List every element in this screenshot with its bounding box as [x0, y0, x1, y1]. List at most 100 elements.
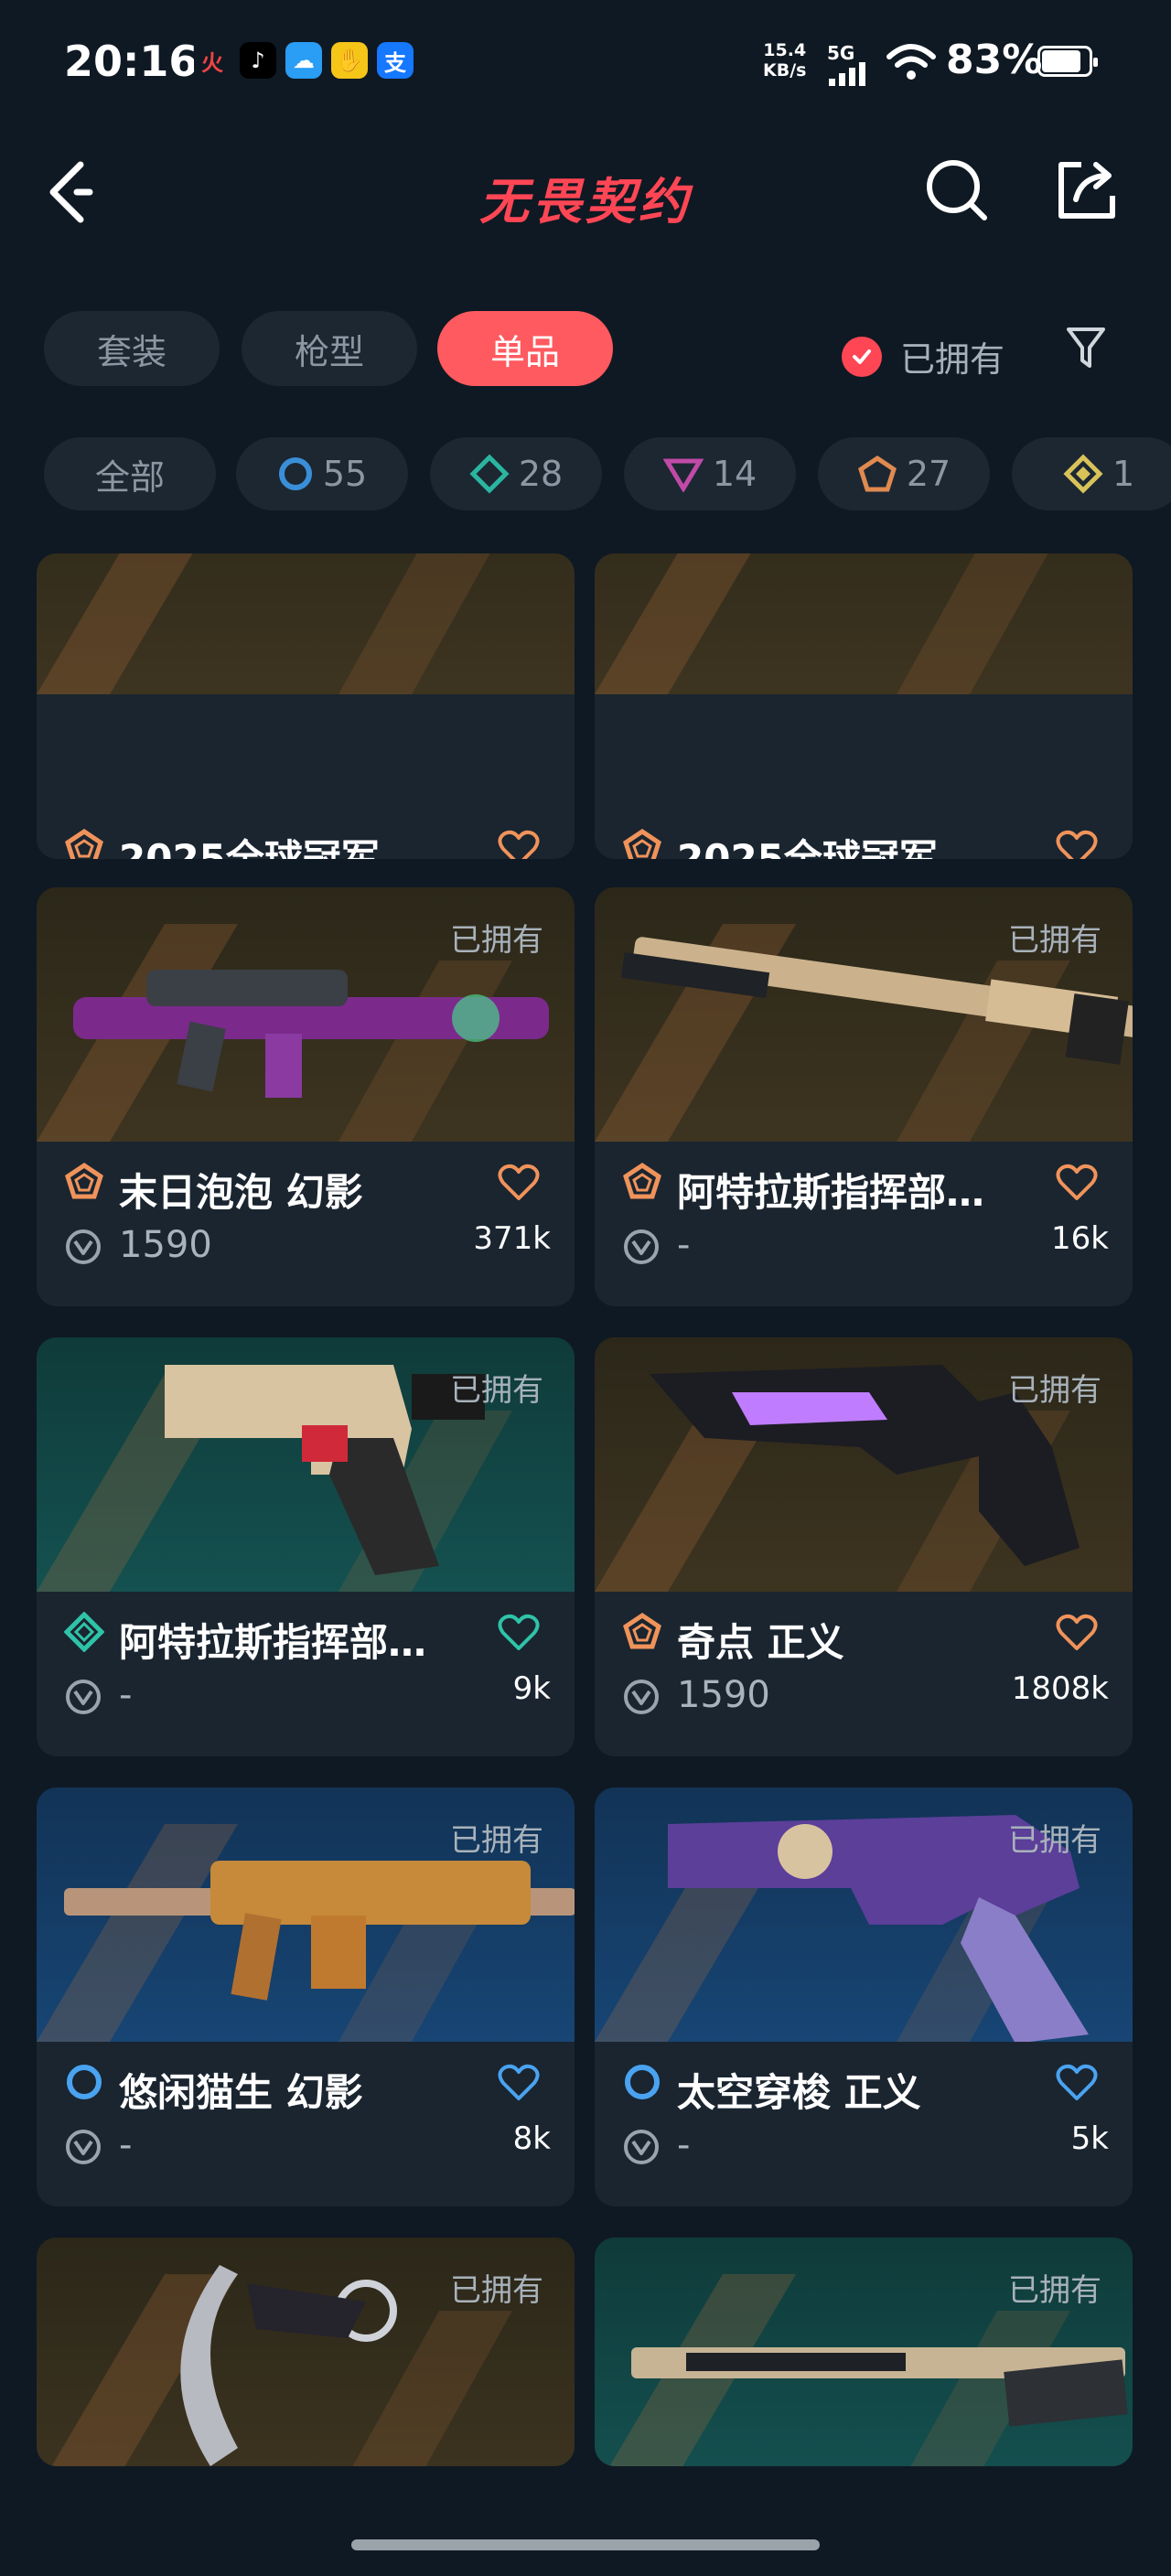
- rarity-deluxe-count: 28: [518, 454, 564, 494]
- rarity-tier-icon: [65, 1162, 103, 1199]
- filter-icon[interactable]: [1065, 324, 1107, 375]
- home-indicator[interactable]: [351, 2539, 820, 2550]
- valorant-points-icon: [624, 1229, 659, 1264]
- select-tier-icon: [278, 457, 312, 490]
- speed-value: 15.4: [763, 40, 807, 60]
- item-price: 1590: [677, 1674, 770, 1716]
- valorant-points-icon: [624, 2130, 659, 2164]
- owned-label: 已拥有: [1008, 2272, 1101, 2309]
- owned-label: 已拥有: [1008, 922, 1101, 959]
- item-name: 末日泡泡 幻影: [119, 1170, 363, 1215]
- speed-unit: KB/s: [763, 60, 807, 80]
- like-count: 16k: [1051, 1220, 1109, 1257]
- rarity-tier-icon: [67, 2065, 102, 2099]
- tab-weapon-types[interactable]: 枪型: [242, 311, 417, 386]
- rarity-tier-icon: [623, 1612, 661, 1649]
- item-price: -: [119, 2124, 133, 2166]
- item-card[interactable]: 已拥有 末日泡泡 幻影 1590 371k: [37, 887, 575, 1306]
- heart-icon[interactable]: [1056, 1614, 1098, 1652]
- item-image: [595, 553, 1133, 694]
- item-card[interactable]: 已拥有 太空穿梭 正义 - 5k: [595, 1787, 1133, 2206]
- like-count: 371k: [473, 1220, 551, 1257]
- app-notification-icon: 火: [194, 42, 231, 79]
- owned-label: 已拥有: [450, 1372, 543, 1409]
- rarity-tier-icon: [65, 828, 103, 859]
- network-speed: 15.4 KB/s: [763, 40, 806, 80]
- valorant-points-icon: [66, 2130, 101, 2164]
- tab-bundles[interactable]: 套装: [44, 311, 220, 386]
- item-name: 2025全球冠军…: [119, 836, 418, 859]
- battery-percent: 83%: [946, 37, 1043, 83]
- status-time: 20:16: [64, 37, 199, 86]
- rarity-all-chip[interactable]: 全部: [44, 437, 216, 510]
- like-count: 1808k: [1011, 1670, 1109, 1707]
- item-card[interactable]: 2025全球冠军… 1890 750k: [37, 553, 575, 859]
- search-icon[interactable]: [924, 157, 990, 223]
- owned-label: 已拥有: [450, 922, 543, 959]
- item-name: 奇点 正义: [677, 1620, 844, 1665]
- item-name: 阿特拉斯指挥部…: [119, 1620, 427, 1665]
- exclusive-tier-icon: [857, 455, 897, 492]
- owned-label: 已拥有: [450, 2272, 543, 2309]
- item-card[interactable]: 已拥有 奇点 正义 1590 1808k: [595, 1337, 1133, 1756]
- battery-icon: [1037, 46, 1098, 77]
- back-arrow-icon[interactable]: [42, 156, 97, 229]
- item-price: -: [119, 1674, 133, 1716]
- rarity-tier-icon: [625, 2065, 660, 2099]
- heart-icon[interactable]: [498, 1614, 540, 1652]
- rarity-select-count: 55: [322, 454, 368, 494]
- signal-icon: [829, 62, 865, 86]
- heart-icon[interactable]: [1056, 1164, 1098, 1202]
- rarity-select-chip[interactable]: 55: [236, 437, 408, 510]
- item-card[interactable]: 已拥有: [37, 2238, 575, 2466]
- heart-icon[interactable]: [498, 1164, 540, 1202]
- heart-icon[interactable]: [1056, 830, 1098, 859]
- heart-icon[interactable]: [498, 2064, 540, 2102]
- alipay-icon: 支: [377, 42, 414, 79]
- item-card[interactable]: 已拥有: [595, 2238, 1133, 2466]
- checkmark-icon: [842, 336, 882, 377]
- item-name: 阿特拉斯指挥部…: [677, 1170, 985, 1215]
- owned-filter-label: 已拥有: [900, 339, 1005, 380]
- like-count: 9k: [512, 1670, 551, 1707]
- network-type: 5G: [827, 42, 855, 64]
- weapon-skin-image: [37, 553, 490, 694]
- item-image: [37, 553, 575, 694]
- like-count: 8k: [512, 2120, 551, 2157]
- item-card[interactable]: 已拥有 阿特拉斯指挥部… - 16k: [595, 887, 1133, 1306]
- item-name: 太空穿梭 正义: [677, 2070, 921, 2115]
- tab-items[interactable]: 单品: [437, 311, 613, 386]
- owned-filter-toggle[interactable]: 已拥有: [842, 331, 1004, 381]
- rarity-deluxe-chip[interactable]: 28: [430, 437, 602, 510]
- valorant-points-icon: [66, 1680, 101, 1714]
- rarity-tier-icon: [623, 1162, 661, 1199]
- deluxe-tier-icon: [469, 454, 510, 494]
- rarity-ultra-count: 1: [1112, 454, 1135, 494]
- rarity-ultra-chip[interactable]: 1: [1012, 437, 1171, 510]
- valorant-points-icon: [624, 1680, 659, 1714]
- item-name: 悠闲猫生 幻影: [119, 2070, 363, 2115]
- rarity-exclusive-chip[interactable]: 27: [818, 437, 990, 510]
- item-price: -: [677, 1224, 691, 1266]
- tiktok-icon: ♪: [240, 42, 276, 79]
- weapon-skin-image: [595, 553, 1048, 694]
- yellow-app-icon: ✋: [331, 42, 368, 79]
- heart-icon[interactable]: [1056, 2064, 1098, 2102]
- valorant-points-icon: [66, 1229, 101, 1264]
- premium-tier-icon: [662, 458, 704, 492]
- item-name: 2025全球冠军…: [677, 836, 976, 859]
- share-icon[interactable]: [1054, 157, 1120, 223]
- item-card[interactable]: 已拥有 悠闲猫生 幻影 - 8k: [37, 1787, 575, 2206]
- heart-icon[interactable]: [498, 830, 540, 859]
- owned-label: 已拥有: [1008, 1822, 1101, 1859]
- cloud-app-icon: ☁: [285, 42, 322, 79]
- notification-icons: 火 ♪ ☁ ✋ 支: [194, 42, 414, 79]
- rarity-tier-icon: [623, 828, 661, 859]
- rarity-premium-chip[interactable]: 14: [624, 437, 796, 510]
- owned-label: 已拥有: [450, 1822, 543, 1859]
- rarity-all-label: 全部: [94, 456, 165, 498]
- item-card[interactable]: 已拥有 阿特拉斯指挥部… - 9k: [37, 1337, 575, 1756]
- item-card[interactable]: 2025全球冠军… 3780 607k: [595, 553, 1133, 859]
- page-title: 无畏契约: [479, 173, 692, 231]
- like-count: 5k: [1070, 2120, 1109, 2157]
